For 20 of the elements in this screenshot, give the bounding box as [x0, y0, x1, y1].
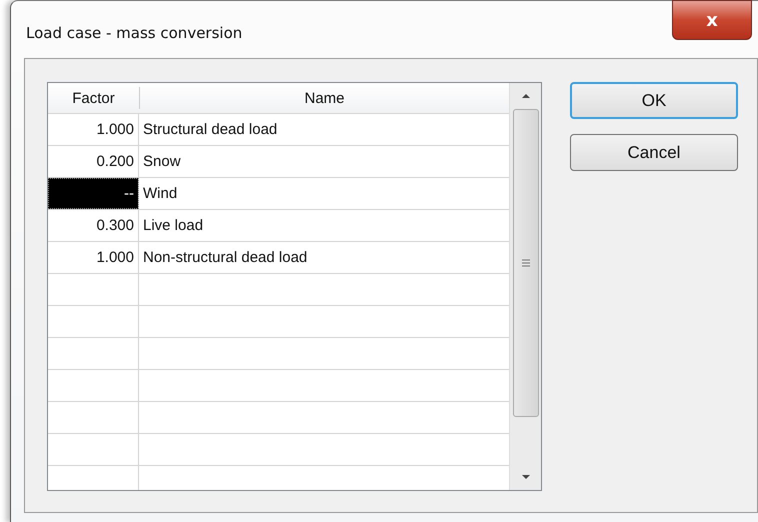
name-cell[interactable]: Snow: [139, 146, 509, 177]
ok-button[interactable]: OK: [570, 82, 738, 119]
cancel-button[interactable]: Cancel: [570, 134, 738, 171]
name-cell[interactable]: Non-structural dead load: [139, 242, 509, 273]
column-header[interactable]: Factor: [48, 87, 140, 109]
factor-cell[interactable]: 0.200: [48, 146, 139, 177]
close-button[interactable]: x: [672, 0, 752, 40]
scrollbar[interactable]: [509, 83, 541, 490]
factor-cell[interactable]: 1.000: [48, 114, 139, 145]
scroll-up-icon[interactable]: [520, 93, 530, 99]
factor-cell[interactable]: 1.000: [48, 242, 139, 273]
scroll-down-icon[interactable]: [520, 474, 530, 480]
column-header[interactable]: Name: [140, 83, 509, 113]
name-cell[interactable]: Structural dead load: [139, 114, 509, 145]
scroll-thumb[interactable]: [512, 109, 538, 417]
name-cell[interactable]: Live load: [139, 210, 509, 241]
factor-cell[interactable]: 0.300: [48, 210, 139, 241]
window-title: Load case - mass conversion: [26, 24, 242, 42]
factor-cell[interactable]: --: [48, 178, 139, 209]
name-cell[interactable]: Wind: [139, 178, 509, 209]
